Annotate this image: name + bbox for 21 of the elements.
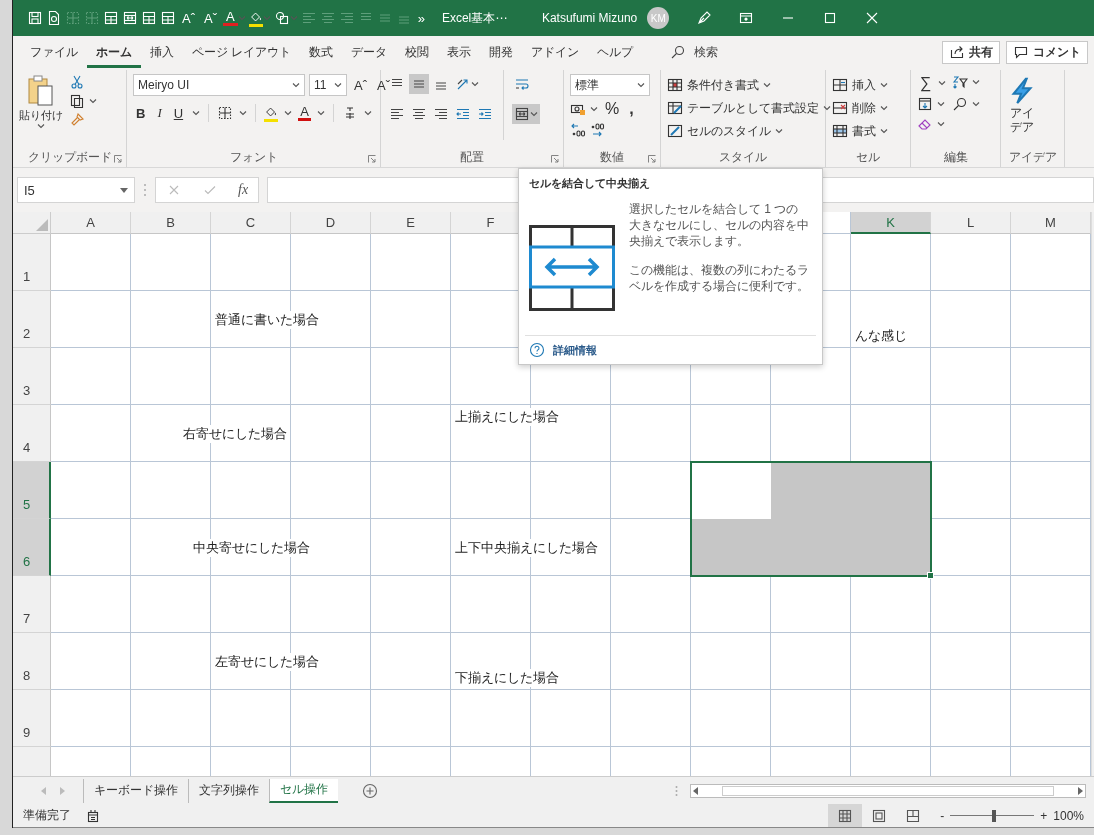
cell-text: 上揃えにした場合 [454,408,560,426]
group-label: セル [856,148,880,166]
cell-text: んな感じ [854,327,908,345]
status-text: 準備完了 [23,807,71,824]
group-label: フォント [229,148,278,166]
cell-text: 右寄せにした場合 [182,424,288,443]
group-label: クリップボード [27,148,112,166]
window-title: Excel基本⋯ [441,9,509,27]
tooltip-text: この機能は、複数の列にわたるラベルを作成する場合に便利です。 [629,261,809,294]
group-label: アイデア [1008,148,1057,166]
cell-text: 中央寄せにした場合 [191,538,311,557]
tooltip-text: 選択したセルを結合して 1 つの大きなセルにし、セルの内容を中央揃えで表示します。 [629,201,809,250]
group-label: スタイル [719,148,767,166]
cell-text: 下揃えにした場合 [454,669,560,687]
cell-text: 左寄せにした場合 [214,652,320,671]
group-label: 配置 [460,148,484,166]
cell-text: 普通に書いた場合 [214,310,320,329]
cell-text: 上下中央揃えにした場合 [454,538,599,557]
group-label: 編集 [943,148,968,166]
tooltip-title: セルを結合して中央揃え [528,176,651,191]
group-label: 数値 [600,148,624,166]
